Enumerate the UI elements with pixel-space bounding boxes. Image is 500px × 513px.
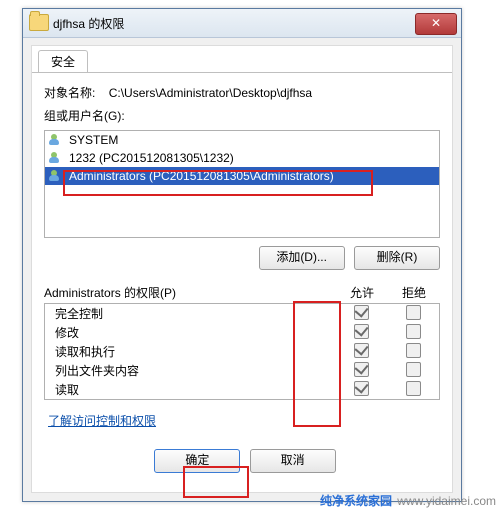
watermark-text: 纯净系统家园 (320, 494, 392, 508)
list-item[interactable]: 1232 (PC201512081305\1232) (45, 149, 439, 167)
user-icon (49, 152, 65, 164)
group-icon (49, 170, 65, 182)
close-button[interactable]: ✕ (415, 13, 457, 35)
deny-header: 拒绝 (388, 284, 440, 301)
cancel-button[interactable]: 取消 (250, 449, 336, 473)
allow-checkbox[interactable] (354, 343, 369, 358)
permissions-label: Administrators 的权限(P) (44, 284, 336, 301)
ok-button[interactable]: 确定 (154, 449, 240, 473)
user-buttons-row: 添加(D)... 删除(R) (44, 246, 440, 270)
watermark: 纯净系统家园 www.yidaimei.com (320, 492, 496, 509)
permission-name: 读取 (45, 381, 335, 398)
permission-name: 完全控制 (45, 305, 335, 322)
list-item-label: SYSTEM (69, 133, 118, 147)
allow-checkbox[interactable] (354, 381, 369, 396)
permission-row: 列出文件夹内容 (45, 361, 439, 380)
permission-row: 完全控制 (45, 304, 439, 323)
tabstrip: 安全 (32, 46, 452, 70)
deny-checkbox[interactable] (406, 362, 421, 377)
tab-divider (32, 72, 452, 73)
window-title: djfhsa 的权限 (53, 15, 124, 32)
list-item-selected[interactable]: Administrators (PC201512081305\Administr… (45, 167, 439, 185)
permissions-table: 完全控制 修改 读取和执行 列出文件夹内 (44, 303, 440, 400)
object-row: 对象名称: C:\Users\Administrator\Desktop\djf… (44, 84, 440, 101)
titlebar: djfhsa 的权限 ✕ (23, 9, 461, 38)
user-icon (49, 134, 65, 146)
permission-name: 列出文件夹内容 (45, 362, 335, 379)
help-link-row: 了解访问控制和权限 (48, 412, 436, 429)
object-label: 对象名称: (44, 84, 95, 101)
remove-button[interactable]: 删除(R) (354, 246, 440, 270)
learn-more-link[interactable]: 了解访问控制和权限 (48, 414, 156, 428)
permission-name: 读取和执行 (45, 343, 335, 360)
watermark-url: www.yidaimei.com (397, 494, 496, 508)
allow-checkbox[interactable] (354, 305, 369, 320)
tab-security[interactable]: 安全 (38, 50, 88, 73)
users-listbox[interactable]: SYSTEM 1232 (PC201512081305\1232) Admini… (44, 130, 440, 238)
allow-header: 允许 (336, 284, 388, 301)
allow-checkbox[interactable] (354, 324, 369, 339)
permission-row: 读取和执行 (45, 342, 439, 361)
permission-name: 修改 (45, 324, 335, 341)
permission-row: 读取 (45, 380, 439, 399)
folder-icon (29, 14, 49, 31)
deny-checkbox[interactable] (406, 305, 421, 320)
dialog-buttons: 确定 取消 (40, 449, 444, 473)
list-item-label: Administrators (PC201512081305\Administr… (69, 169, 334, 183)
permission-row: 修改 (45, 323, 439, 342)
allow-checkbox[interactable] (354, 362, 369, 377)
permissions-dialog: djfhsa 的权限 ✕ 安全 对象名称: C:\Users\Administr… (22, 8, 462, 502)
deny-checkbox[interactable] (406, 343, 421, 358)
add-button[interactable]: 添加(D)... (259, 246, 345, 270)
list-item[interactable]: SYSTEM (45, 131, 439, 149)
permissions-header-row: Administrators 的权限(P) 允许 拒绝 (44, 284, 440, 301)
deny-checkbox[interactable] (406, 381, 421, 396)
deny-checkbox[interactable] (406, 324, 421, 339)
list-item-label: 1232 (PC201512081305\1232) (69, 151, 234, 165)
object-path: C:\Users\Administrator\Desktop\djfhsa (109, 86, 312, 100)
groups-label: 组或用户名(G): (44, 107, 440, 124)
dialog-body: 安全 对象名称: C:\Users\Administrator\Desktop\… (31, 45, 453, 493)
